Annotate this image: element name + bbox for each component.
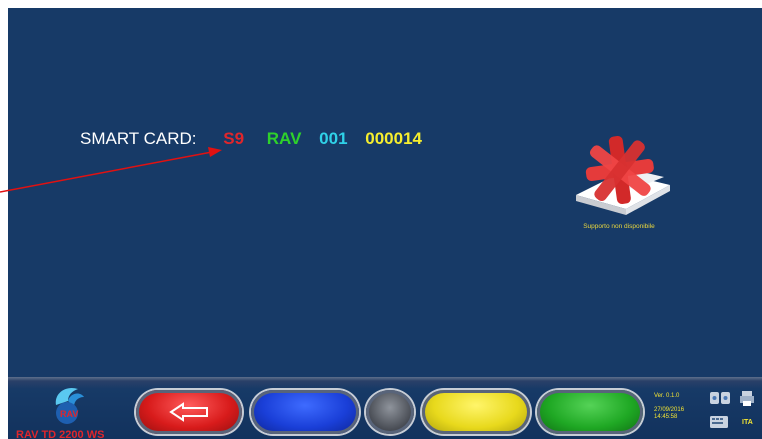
bottom-toolbar: RAV RAV TD 2200 WS Ver. 0.1.0 27/09/2016… <box>8 377 762 439</box>
smart-card-code-part-4: 000014 <box>365 129 422 148</box>
system-icons <box>710 391 754 428</box>
smart-card-code-part-1: S9 <box>223 129 245 148</box>
blue-function-button[interactable] <box>251 390 359 434</box>
grey-function-button[interactable] <box>366 390 414 434</box>
language-indicator[interactable]: ITA <box>742 419 753 426</box>
rav-logo-icon: RAV <box>55 387 84 424</box>
back-arrow-icon <box>169 402 208 422</box>
svg-text:RAV: RAV <box>60 409 78 419</box>
printer-icon <box>740 391 754 406</box>
status-text: Supporto non disponibile <box>583 223 655 230</box>
green-function-button[interactable] <box>537 390 643 434</box>
yellow-function-button[interactable] <box>422 390 530 434</box>
smart-card-label: SMART CARD: <box>80 129 197 148</box>
app-window: SMART CARD: S9 RAV 001 000014 Supporto n… <box>0 0 762 439</box>
keyboard-icon[interactable] <box>710 416 728 428</box>
main-screen: SMART CARD: S9 RAV 001 000014 Supporto n… <box>8 8 762 377</box>
date-text: 27/09/2016 <box>654 406 685 413</box>
smart-card-row: SMART CARD: S9 RAV 001 000014 <box>80 129 422 149</box>
smart-card-code-part-2: RAV <box>266 129 302 148</box>
card-unavailable-icon <box>576 136 670 215</box>
version-text: Ver. 0.1.0 <box>654 393 680 399</box>
time-text: 14:45:58 <box>654 414 678 420</box>
rav-logo: RAV RAV TD 2200 WS <box>10 383 128 439</box>
smart-card-code-part-3: 001 <box>319 129 348 148</box>
back-button[interactable] <box>136 390 242 434</box>
logo-text: RAV TD 2200 WS <box>16 429 105 439</box>
network-icon <box>710 392 730 404</box>
system-info: Ver. 0.1.0 27/09/2016 14:45:58 <box>654 393 684 422</box>
